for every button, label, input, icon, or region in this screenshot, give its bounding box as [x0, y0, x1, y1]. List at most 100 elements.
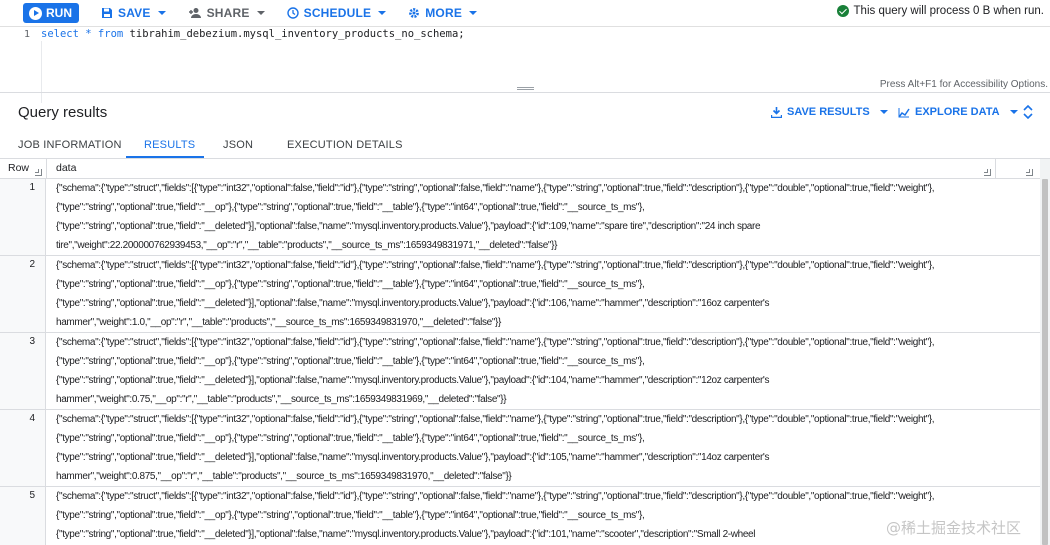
data-cell[interactable]: {"schema":{"type":"struct","fields":[{"t… [56, 256, 992, 332]
table-reference: tibrahim_debezium.mysql_inventory_produc… [129, 28, 465, 40]
active-tab-indicator [126, 156, 204, 158]
keyword-star: * [85, 28, 92, 40]
data-cell[interactable]: {"schema":{"type":"struct","fields":[{"t… [56, 487, 992, 544]
row-number: 4 [29, 413, 35, 424]
query-toolbar: RUN SAVE SHARE SCHEDULE MORE This query … [0, 0, 1050, 26]
row-number: 2 [29, 259, 35, 270]
more-button-label: MORE [425, 6, 463, 20]
play-icon [29, 6, 42, 20]
schedule-button[interactable]: SCHEDULE [286, 6, 387, 20]
data-cell-line: {"type":"string","optional":true,"field"… [56, 279, 645, 290]
status-text: This query will process 0 B when run. [853, 5, 1044, 17]
table-row[interactable]: 2 {"schema":{"type":"struct","fields":[{"… [0, 256, 1040, 333]
data-cell-line: {"type":"string","optional":true,"field"… [56, 298, 770, 309]
query-validation-status: This query will process 0 B when run. [836, 5, 1044, 17]
chevron-down-icon [469, 11, 478, 15]
chevron-down-icon [378, 11, 387, 15]
chevron-down-icon [256, 11, 265, 15]
line-number: 1 [24, 29, 31, 40]
table-row[interactable]: 1 {"schema":{"type":"struct","fields":[{"… [0, 179, 1040, 256]
explore-data-label: EXPLORE DATA [915, 106, 1000, 118]
tab-json[interactable]: JSON [223, 139, 253, 151]
chevron-down-icon [157, 11, 166, 15]
data-cell-line: {"type":"string","optional":true,"field"… [56, 452, 770, 463]
chart-icon [898, 107, 910, 117]
data-cell-line: {"type":"string","optional":true,"field"… [56, 529, 756, 540]
check-circle-icon [836, 5, 849, 17]
row-number: 3 [29, 336, 35, 347]
data-cell-line: {"schema":{"type":"struct","fields":[{"t… [56, 491, 935, 502]
column-resize-handle[interactable] [35, 169, 42, 176]
editor-gutter: 1 [0, 27, 42, 91]
keyword-from: from [97, 28, 124, 40]
tab-results[interactable]: RESULTS [144, 139, 195, 151]
save-results-button[interactable]: SAVE RESULTS [771, 106, 888, 118]
row-number-cell: 4 [0, 410, 46, 486]
data-cell-line: hammer","weight":0.75,"__op":"r","__tabl… [56, 394, 507, 405]
expand-icon[interactable] [1022, 105, 1034, 119]
save-button-label: SAVE [118, 6, 151, 20]
results-header: Query results SAVE RESULTS EXPLORE DATA [0, 92, 1050, 130]
column-divider [995, 159, 996, 179]
share-button-label: SHARE [206, 6, 250, 20]
table-row[interactable]: 5 {"schema":{"type":"struct","fields":[{"… [0, 487, 1040, 545]
save-results-label: SAVE RESULTS [787, 106, 870, 118]
table-header: Row data [0, 159, 1040, 179]
clock-icon [286, 7, 299, 19]
chevron-down-icon [1009, 110, 1018, 114]
data-cell[interactable]: {"schema":{"type":"struct","fields":[{"t… [56, 333, 992, 409]
column-divider [46, 159, 47, 179]
column-resize-handle[interactable] [1026, 169, 1033, 176]
tab-execution-details[interactable]: EXECUTION DETAILS [287, 139, 403, 151]
code-line[interactable]: select * from tibrahim_debezium.mysql_in… [41, 28, 465, 40]
save-icon [102, 8, 112, 18]
results-title: Query results [18, 104, 108, 121]
data-cell-line: {"type":"string","optional":true,"field"… [56, 433, 645, 444]
data-cell-line: {"type":"string","optional":true,"field"… [56, 510, 645, 521]
row-number-cell: 3 [0, 333, 46, 409]
data-cell-line: {"schema":{"type":"struct","fields":[{"t… [56, 414, 935, 425]
results-tabs: JOB INFORMATION RESULTS JSON EXECUTION D… [0, 130, 1050, 159]
row-number: 1 [29, 182, 35, 193]
row-number: 5 [29, 490, 35, 501]
data-cell-line: tire","weight":22.200000762939453,"__op"… [56, 240, 558, 251]
data-cell-line: hammer","weight":1.0,"__op":"r","__table… [56, 317, 502, 328]
tab-job-information[interactable]: JOB INFORMATION [18, 139, 122, 151]
editor-resize-handle[interactable] [517, 87, 534, 90]
data-cell[interactable]: {"schema":{"type":"struct","fields":[{"t… [56, 179, 992, 255]
accessibility-hint: Press Alt+F1 for Accessibility Options. [879, 79, 1048, 90]
column-header-data: data [56, 162, 77, 174]
watermark: @稀土掘金技术社区 [886, 519, 1022, 537]
row-number-cell: 5 [0, 487, 46, 545]
row-number-cell: 1 [0, 179, 46, 255]
save-button[interactable]: SAVE [101, 6, 166, 20]
download-icon [771, 106, 782, 118]
table-row[interactable]: 3 {"schema":{"type":"struct","fields":[{"… [0, 333, 1040, 410]
schedule-button-label: SCHEDULE [303, 6, 372, 20]
results-table: Row data 1 {"schema":{"type":"struct","fi… [0, 159, 1040, 545]
chevron-down-icon [879, 110, 888, 114]
scrollbar-thumb[interactable] [1042, 179, 1048, 545]
share-button[interactable]: SHARE [188, 6, 265, 20]
data-cell-line: {"schema":{"type":"struct","fields":[{"t… [56, 183, 935, 194]
data-cell-line: {"type":"string","optional":true,"field"… [56, 375, 770, 386]
run-button[interactable]: RUN [23, 3, 79, 23]
data-cell-line: hammer","weight":0.875,"__op":"r","__tab… [56, 471, 512, 482]
vertical-scrollbar[interactable] [1040, 159, 1050, 545]
explore-data-button[interactable]: EXPLORE DATA [898, 106, 1018, 118]
data-cell-line: {"type":"string","optional":true,"field"… [56, 356, 645, 367]
table-row[interactable]: 4 {"schema":{"type":"struct","fields":[{"… [0, 410, 1040, 487]
person-add-icon [188, 8, 201, 18]
column-header-row: Row [8, 162, 30, 174]
data-cell-line: {"type":"string","optional":true,"field"… [56, 221, 761, 232]
data-cell-line: {"schema":{"type":"struct","fields":[{"t… [56, 337, 935, 348]
data-cell-line: {"type":"string","optional":true,"field"… [56, 202, 645, 213]
keyword-select: select [41, 28, 79, 40]
run-button-label: RUN [46, 6, 72, 20]
row-number-cell: 2 [0, 256, 46, 332]
sql-editor[interactable]: 1 select * from tibrahim_debezium.mysql_… [0, 26, 1050, 103]
more-button[interactable]: MORE [408, 6, 478, 20]
column-resize-handle[interactable] [984, 169, 991, 176]
data-cell-line: {"schema":{"type":"struct","fields":[{"t… [56, 260, 935, 271]
data-cell[interactable]: {"schema":{"type":"struct","fields":[{"t… [56, 410, 992, 486]
